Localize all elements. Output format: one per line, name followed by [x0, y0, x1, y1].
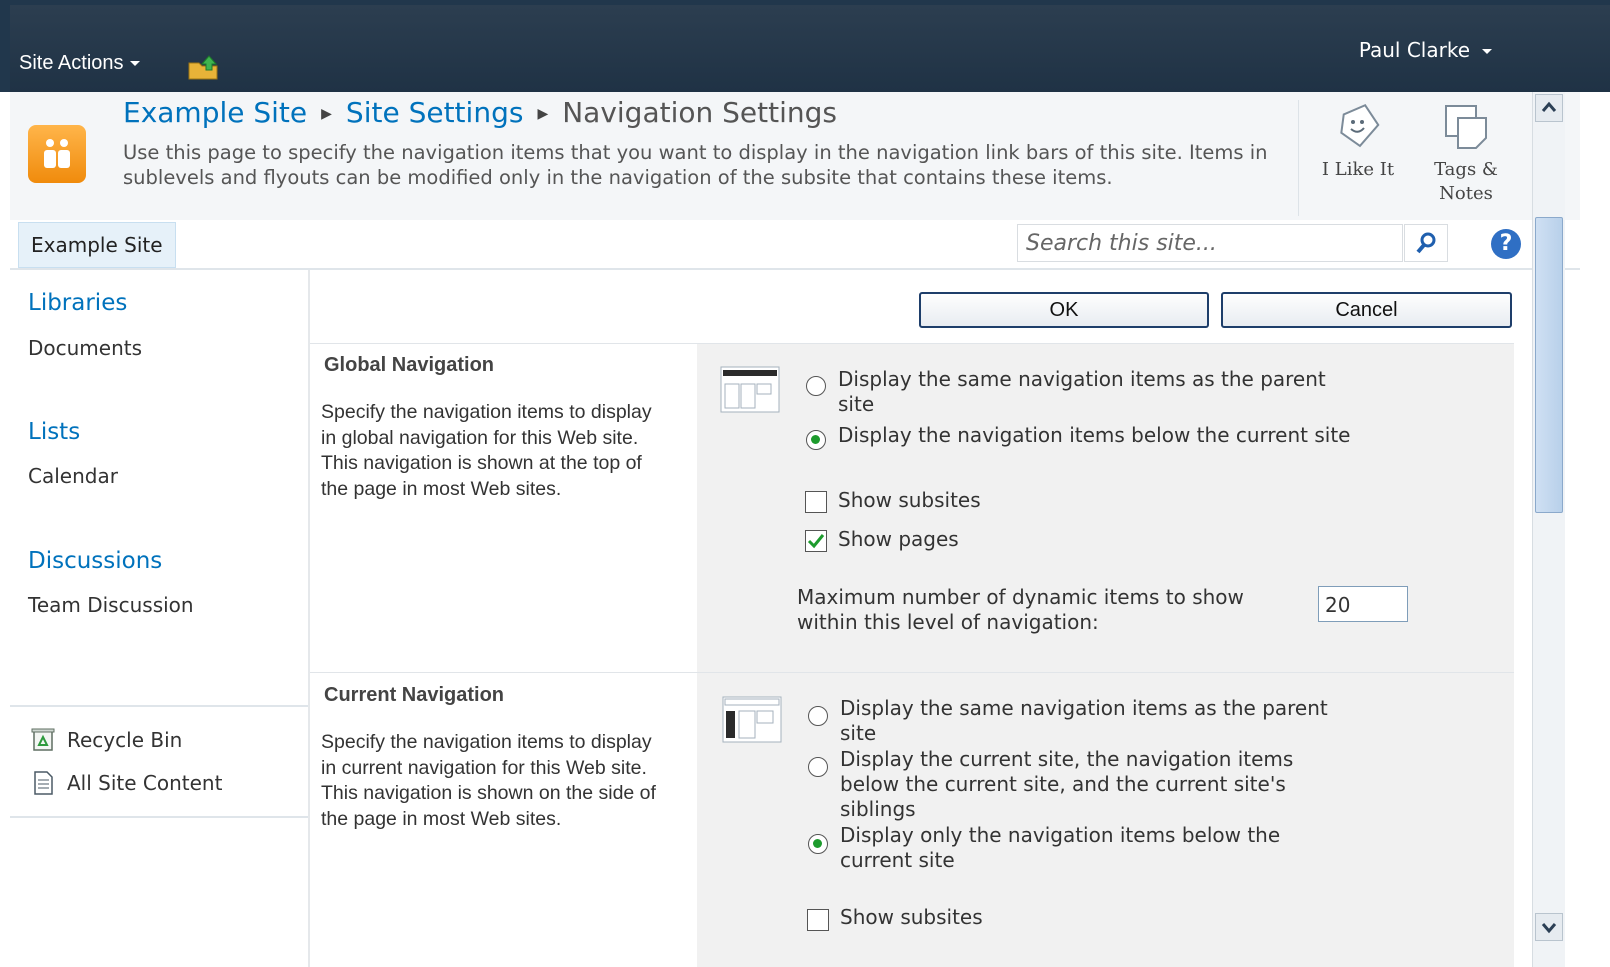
people-icon — [44, 139, 70, 168]
content-divider — [308, 270, 310, 967]
current-nav-title: Current Navigation — [324, 684, 505, 706]
checkmark-icon — [807, 534, 825, 549]
site-actions-label: Site Actions — [19, 52, 124, 74]
label-line: within this level of navigation: — [797, 610, 1099, 634]
current-nav-layout-icon — [722, 696, 782, 743]
current-nav-parent-option: Display the same navigation items as the… — [840, 696, 1328, 746]
global-nav-parent-radio[interactable] — [806, 376, 826, 396]
current-nav-siblings-option: Display the current site, the navigation… — [840, 747, 1293, 822]
option-line: Display the same navigation items as the… — [840, 696, 1328, 720]
i-like-it-button[interactable]: I Like It — [1318, 100, 1398, 182]
current-nav-below-radio[interactable] — [808, 834, 828, 854]
global-nav-description: Specify the navigation items to display … — [321, 401, 652, 500]
ok-button[interactable]: OK — [919, 292, 1209, 328]
ql-calendar-link[interactable]: Calendar — [28, 464, 118, 488]
option-line: site — [840, 721, 877, 745]
chevron-down-icon — [129, 61, 140, 67]
ql-lists-heading[interactable]: Lists — [28, 419, 80, 445]
navigate-up-icon[interactable] — [188, 54, 218, 80]
notes-label: Notes — [1439, 183, 1493, 204]
current-nav-below-option: Display only the navigation items below … — [840, 823, 1280, 873]
ql-recycle-bin-link[interactable]: Recycle Bin — [67, 728, 182, 752]
page-description: Use this page to specify the navigation … — [123, 141, 1268, 189]
chevron-down-icon — [1541, 923, 1557, 934]
cancel-button[interactable]: Cancel — [1221, 292, 1512, 328]
help-icon[interactable]: ? — [1491, 229, 1521, 259]
global-nav-show-pages-label: Show pages — [838, 527, 959, 551]
tags-label: Tags & — [1434, 159, 1498, 180]
breadcrumb-site-link[interactable]: Example Site — [123, 96, 307, 129]
global-nav-show-subsites-label: Show subsites — [838, 488, 981, 512]
label-line: Maximum number of dynamic items to show — [797, 585, 1244, 609]
chevron-up-icon — [1541, 101, 1557, 112]
option-line: Display only the navigation items below … — [840, 823, 1281, 847]
global-nav-show-pages-checkbox[interactable] — [805, 530, 827, 552]
tab-example-site[interactable]: Example Site — [18, 222, 176, 268]
global-nav-layout-icon — [720, 366, 780, 413]
ql-divider — [10, 705, 310, 707]
ql-team-discussion-link[interactable]: Team Discussion — [28, 593, 194, 617]
search-button[interactable] — [1404, 224, 1448, 262]
search-icon — [1416, 232, 1436, 254]
option-line: siblings — [840, 797, 916, 821]
ribbon-divider — [1298, 100, 1299, 216]
user-name: Paul Clarke — [1358, 38, 1470, 62]
global-nav-max-items-label: Maximum number of dynamic items to show w… — [797, 585, 1244, 635]
search-input[interactable]: Search this site... — [1017, 224, 1403, 262]
global-nav-show-subsites-checkbox[interactable] — [805, 491, 827, 513]
site-actions-menu[interactable]: Site Actions — [19, 52, 140, 75]
breadcrumb: Example Site ▶ Site Settings ▶ Navigation Se… — [123, 96, 837, 129]
global-nav-parent-option: Display the same navigation items as the… — [838, 367, 1326, 417]
user-menu[interactable]: Paul Clarke — [1359, 38, 1492, 62]
all-site-content-icon — [34, 771, 53, 795]
option-line: site — [838, 392, 875, 416]
like-tag-icon — [1340, 104, 1380, 148]
breadcrumb-arrow-icon: ▶ — [537, 106, 549, 122]
recycle-bin-icon — [31, 728, 55, 751]
global-nav-title: Global Navigation — [324, 354, 495, 376]
global-nav-below-option: Display the navigation items below the c… — [838, 423, 1351, 447]
page-title: Navigation Settings — [562, 96, 837, 129]
i-like-it-label: I Like It — [1321, 159, 1395, 180]
current-nav-description: Specify the navigation items to display … — [321, 731, 656, 830]
scroll-thumb[interactable] — [1535, 217, 1563, 513]
global-nav-below-radio[interactable] — [806, 430, 826, 450]
ql-divider — [10, 816, 310, 818]
option-line: Display the current site, the navigation… — [840, 747, 1294, 771]
option-line: below the current site, and the current … — [840, 772, 1286, 796]
option-line: current site — [840, 848, 955, 872]
current-nav-show-subsites-label: Show subsites — [840, 905, 983, 929]
ql-discussions-heading[interactable]: Discussions — [28, 548, 162, 574]
current-nav-show-subsites-checkbox[interactable] — [807, 909, 829, 931]
option-line: Display the same navigation items as the… — [838, 367, 1326, 391]
scroll-down-button[interactable] — [1535, 913, 1563, 941]
site-logo — [28, 125, 86, 183]
ql-libraries-heading[interactable]: Libraries — [28, 290, 127, 316]
ql-all-site-content-link[interactable]: All Site Content — [67, 771, 222, 795]
chevron-down-icon — [1482, 49, 1492, 54]
breadcrumb-settings-link[interactable]: Site Settings — [346, 96, 524, 129]
ql-documents-link[interactable]: Documents — [28, 336, 142, 360]
breadcrumb-arrow-icon: ▶ — [321, 106, 332, 122]
tags-notes-icon — [1445, 105, 1487, 149]
current-nav-siblings-radio[interactable] — [808, 757, 828, 777]
tags-notes-button[interactable]: Tags & Notes — [1426, 100, 1506, 206]
current-nav-parent-radio[interactable] — [808, 706, 828, 726]
scroll-up-button[interactable] — [1535, 94, 1563, 122]
global-nav-max-items-input[interactable]: 20 — [1318, 586, 1408, 622]
vertical-scrollbar[interactable] — [1532, 92, 1565, 967]
